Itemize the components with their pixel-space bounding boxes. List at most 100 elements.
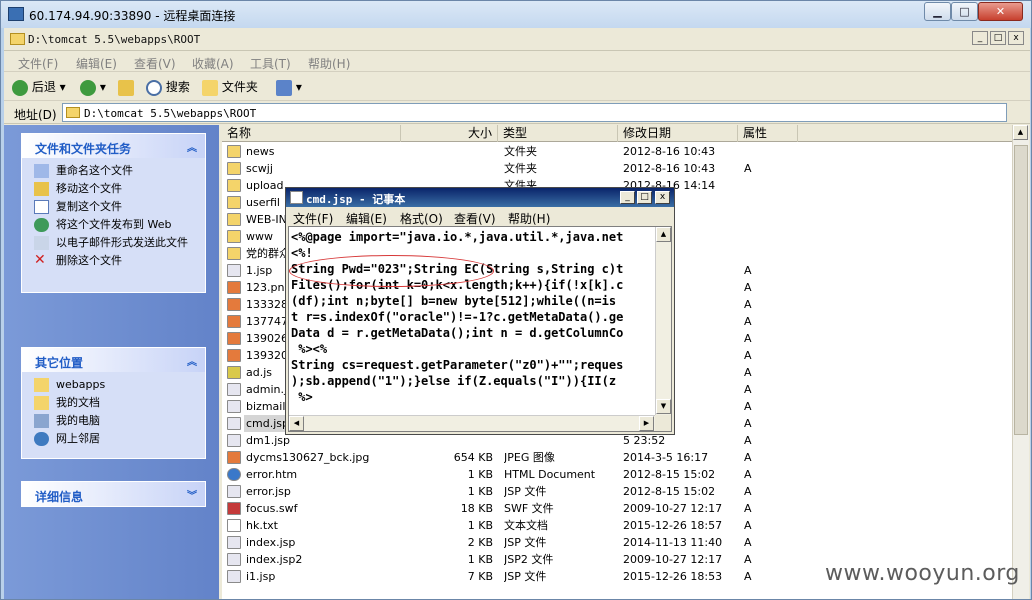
file-size: 2 KB: [467, 536, 493, 549]
file-date: 2012-8-15 15:02: [623, 485, 716, 498]
place-my-computer[interactable]: 我的电脑: [34, 414, 205, 428]
other-places-panel: 其它位置 ︽ webapps 我的文档 我的电脑 网上邻居: [21, 347, 206, 459]
file-tasks-title: 文件和文件夹任务: [35, 142, 132, 156]
menu-tools[interactable]: 工具(T): [250, 55, 291, 72]
file-attr: A: [744, 400, 752, 413]
task-email[interactable]: 以电子邮件形式发送此文件: [34, 236, 205, 250]
task-rename[interactable]: 重命名这个文件: [34, 164, 205, 178]
back-button[interactable]: 后退 ▾: [12, 77, 66, 97]
scroll-up-button[interactable]: ▲: [656, 227, 671, 242]
menu-view[interactable]: 查看(V): [134, 55, 176, 72]
collapse-icon[interactable]: ︽: [187, 139, 197, 154]
file-row[interactable]: hk.txt 1 KB 文本文档 2015-12-26 18:57 A: [222, 517, 1012, 534]
rdp-close-button[interactable]: ✕: [978, 2, 1023, 21]
folder-icon: [227, 230, 241, 243]
task-publish-web[interactable]: 将这个文件发布到 Web: [34, 218, 205, 232]
explorer-maximize-button[interactable]: □: [990, 31, 1006, 45]
file-date: 2009-10-27 12:17: [623, 553, 723, 566]
file-row[interactable]: focus.swf 18 KB SWF 文件 2009-10-27 12:17 A: [222, 500, 1012, 517]
scroll-right-button[interactable]: ▶: [639, 416, 654, 431]
menu-edit[interactable]: 编辑(E): [76, 55, 117, 72]
search-icon: [146, 79, 162, 96]
notepad-textarea[interactable]: <%@page import="java.io.*,java.util.*,ja…: [288, 226, 672, 432]
rdp-maximize-button[interactable]: □: [951, 2, 978, 21]
menu-file[interactable]: 文件(F): [18, 55, 58, 72]
rdp-titlebar[interactable]: 60.174.94.90:33890 - 远程桌面连接 ▁ □ ✕: [1, 1, 1031, 28]
notepad-hscrollbar[interactable]: ◀ ▶: [289, 415, 655, 431]
up-folder-button[interactable]: [118, 77, 134, 97]
file-attr: A: [744, 264, 752, 277]
task-move[interactable]: 移动这个文件: [34, 182, 205, 196]
explorer-titlebar[interactable]: D:\tomcat 5.5\webapps\ROOT _ □ x: [4, 28, 1030, 51]
file-name: i1.jsp: [246, 570, 276, 583]
file-type: JSP 文件: [504, 485, 547, 498]
task-delete[interactable]: ✕ 删除这个文件: [34, 253, 205, 267]
file-row[interactable]: news 文件夹 2012-8-16 10:43: [222, 143, 1012, 160]
search-button[interactable]: 搜索: [146, 77, 190, 97]
file-icon: [227, 383, 241, 396]
file-row[interactable]: dycms130627_bck.jpg 654 KB JPEG 图像 2014-3-5…: [222, 449, 1012, 466]
file-size: 1 KB: [467, 468, 493, 481]
file-tasks-header[interactable]: 文件和文件夹任务 ︽: [22, 134, 205, 158]
np-menu-edit[interactable]: 编辑(E): [346, 210, 387, 227]
place-network[interactable]: 网上邻居: [34, 432, 205, 446]
file-type: JSP 文件: [504, 570, 547, 583]
file-row[interactable]: error.jsp 1 KB JSP 文件 2012-8-15 15:02 A: [222, 483, 1012, 500]
explorer-close-button[interactable]: x: [1008, 31, 1024, 45]
notepad-close-button[interactable]: x: [655, 191, 670, 204]
column-size[interactable]: 大小: [401, 125, 498, 142]
details-panel: 详细信息 ︾: [21, 481, 206, 507]
notepad-minimize-button[interactable]: _: [620, 191, 635, 204]
views-icon: [276, 79, 292, 96]
file-type: HTML Document: [504, 468, 596, 481]
address-input[interactable]: D:\tomcat 5.5\webapps\ROOT: [62, 103, 1007, 122]
np-menu-view[interactable]: 查看(V): [454, 210, 496, 227]
file-row[interactable]: index.jsp 2 KB JSP 文件 2014-11-13 11:40 A: [222, 534, 1012, 551]
code-line: (df);int n;byte[] b=new byte[512];while(…: [291, 294, 617, 308]
column-name[interactable]: 名称: [222, 125, 401, 142]
forward-button[interactable]: ▾: [80, 77, 106, 97]
place-webapps[interactable]: webapps: [34, 378, 205, 392]
scroll-left-button[interactable]: ◀: [289, 416, 304, 431]
notepad-icon: [290, 191, 303, 204]
task-copy[interactable]: 复制这个文件: [34, 200, 205, 214]
column-date[interactable]: 修改日期: [618, 125, 738, 142]
np-menu-format[interactable]: 格式(O): [400, 210, 443, 227]
views-button[interactable]: ▾: [276, 77, 302, 97]
menu-favorites[interactable]: 收藏(A): [192, 55, 234, 72]
collapse-icon[interactable]: ︽: [187, 353, 197, 368]
folder-icon: [227, 196, 241, 209]
folders-button[interactable]: 文件夹: [202, 77, 258, 97]
folder-icon: [34, 378, 49, 392]
file-date: 2012-8-15 15:02: [623, 468, 716, 481]
file-row[interactable]: error.htm 1 KB HTML Document 2012-8-15 15:0…: [222, 466, 1012, 483]
expand-icon[interactable]: ︾: [187, 487, 197, 502]
other-places-header[interactable]: 其它位置 ︽: [22, 348, 205, 372]
file-attr: A: [744, 536, 752, 549]
watermark: www.wooyun.org: [825, 561, 1020, 586]
task-label: 重命名这个文件: [56, 164, 133, 177]
file-list-scrollbar[interactable]: ▲: [1012, 125, 1029, 599]
scroll-thumb[interactable]: [1014, 145, 1028, 435]
file-attr: A: [744, 570, 752, 583]
code-line: Files();for(int k=0;k<x.length;k++){if(!…: [291, 278, 624, 292]
notepad-vscrollbar[interactable]: ▲ ▼: [655, 227, 671, 415]
column-attr[interactable]: 属性: [738, 125, 798, 142]
file-row[interactable]: scwjj 文件夹 2012-8-16 10:43 A: [222, 160, 1012, 177]
rdp-minimize-button[interactable]: ▁: [924, 2, 951, 21]
notepad-maximize-button[interactable]: □: [637, 191, 652, 204]
network-icon: [34, 432, 49, 446]
scroll-up-button[interactable]: ▲: [1013, 125, 1028, 140]
file-attr: A: [744, 553, 752, 566]
task-pane: 文件和文件夹任务 ︽ 重命名这个文件 移动这个文件 复制这个文件 将这个文件发布…: [4, 125, 219, 599]
explorer-minimize-button[interactable]: _: [972, 31, 988, 45]
place-my-documents[interactable]: 我的文档: [34, 396, 205, 410]
scroll-down-button[interactable]: ▼: [656, 399, 671, 414]
menu-help[interactable]: 帮助(H): [308, 55, 350, 72]
np-menu-file[interactable]: 文件(F): [293, 210, 333, 227]
details-header[interactable]: 详细信息 ︾: [22, 482, 205, 506]
notepad-titlebar[interactable]: cmd.jsp - 记事本 _ □ x: [286, 188, 674, 207]
resize-grip[interactable]: [655, 415, 671, 431]
np-menu-help[interactable]: 帮助(H): [508, 210, 550, 227]
column-type[interactable]: 类型: [498, 125, 618, 142]
